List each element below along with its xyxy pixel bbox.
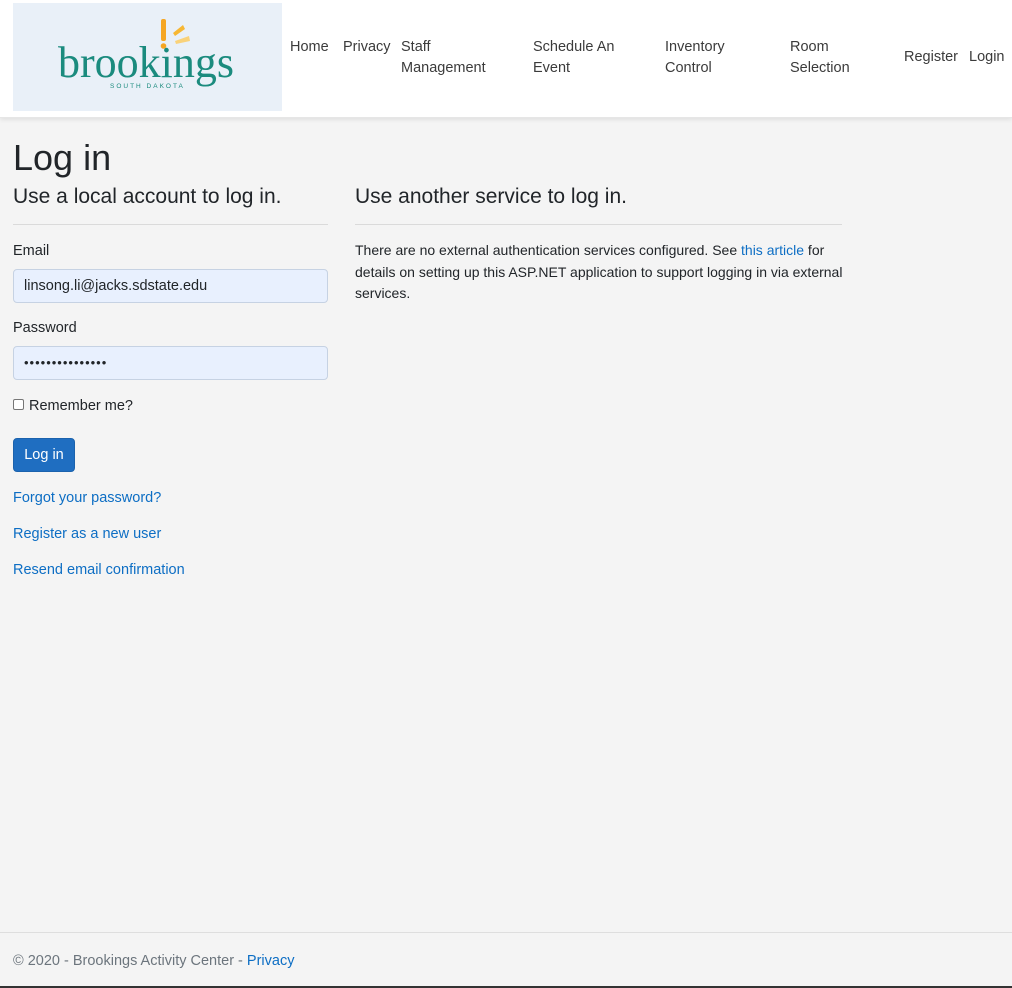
external-login-heading: Use another service to log in. — [355, 185, 627, 208]
navbar: brookings SOUTH DAKOTA Home Privacy Staf… — [0, 0, 1012, 118]
nav-room-line1: Room — [790, 39, 829, 55]
forgot-password-link[interactable]: Forgot your password? — [13, 490, 161, 506]
external-info-text: There are no external authentication ser… — [355, 240, 845, 305]
nav-schedule-line2: Event — [533, 60, 571, 76]
nav-inventory-line2: Control — [665, 60, 712, 76]
this-article-link[interactable]: this article — [741, 242, 804, 258]
remember-me-checkbox[interactable] — [13, 399, 24, 410]
nav-schedule-event[interactable]: Schedule An Event — [533, 37, 614, 79]
footer-copyright: © 2020 - Brookings Activity Center - Pri… — [13, 953, 294, 969]
register-new-user-link[interactable]: Register as a new user — [13, 526, 161, 542]
external-divider — [355, 224, 842, 225]
nav-room-line2: Selection — [790, 60, 850, 76]
brand-logo[interactable]: brookings SOUTH DAKOTA — [13, 3, 282, 111]
remember-me-label[interactable]: Remember me? — [29, 398, 133, 414]
svg-text:SOUTH DAKOTA: SOUTH DAKOTA — [110, 83, 185, 90]
nav-register[interactable]: Register — [904, 47, 958, 68]
nav-inventory-control[interactable]: Inventory Control — [665, 37, 725, 79]
nav-staff-line2: Management — [401, 60, 486, 76]
nav-schedule-line1: Schedule An — [533, 39, 615, 55]
nav-home[interactable]: Home — [290, 37, 329, 58]
local-login-heading: Use a local account to log in. — [13, 185, 282, 208]
password-field[interactable]: ••••••••••••••• — [13, 346, 328, 380]
nav-room-selection[interactable]: Room Selection — [790, 37, 850, 79]
resend-confirmation-link[interactable]: Resend email confirmation — [13, 562, 185, 578]
svg-text:brookings: brookings — [58, 38, 234, 87]
nav-login[interactable]: Login — [969, 47, 1004, 68]
footer-privacy-link[interactable]: Privacy — [247, 953, 295, 969]
external-text-before: There are no external authentication ser… — [355, 242, 742, 258]
email-field[interactable]: linsong.li@jacks.sdstate.edu — [13, 269, 328, 303]
nav-staff-management[interactable]: Staff Management — [401, 37, 486, 79]
email-label: Email — [13, 243, 50, 259]
nav-privacy[interactable]: Privacy — [343, 37, 391, 58]
local-divider — [13, 224, 328, 225]
nav-inventory-line1: Inventory — [665, 39, 725, 55]
login-button[interactable]: Log in — [13, 438, 75, 472]
page-title: Log in — [13, 137, 112, 178]
footer: © 2020 - Brookings Activity Center - Pri… — [0, 932, 1012, 988]
brookings-logo-icon: brookings SOUTH DAKOTA — [58, 19, 234, 90]
copyright-text: © 2020 - Brookings Activity Center - — [13, 953, 247, 969]
password-label: Password — [13, 320, 77, 336]
nav-staff-line1: Staff — [401, 39, 431, 55]
